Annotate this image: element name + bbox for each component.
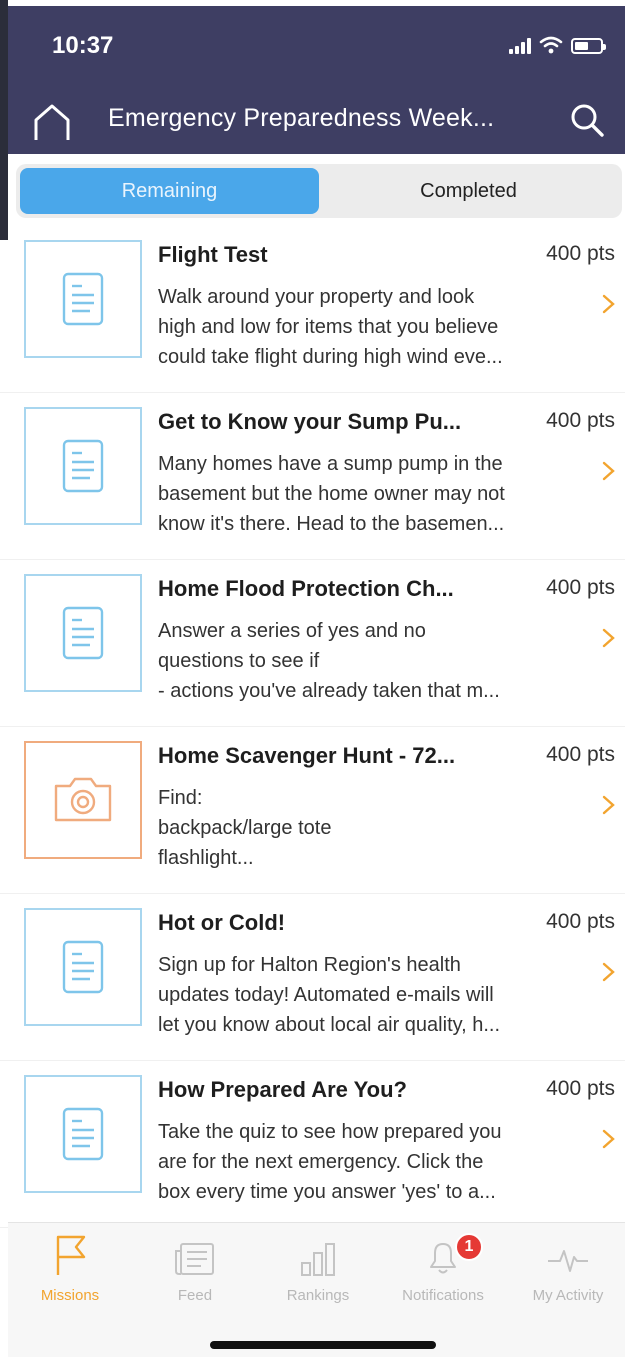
bar-chart-icon (301, 1243, 335, 1276)
mission-thumbnail (24, 908, 142, 1026)
chevron-right-icon (602, 461, 615, 481)
tab-feed[interactable]: Feed (135, 1233, 255, 1313)
bottom-tab-bar: Missions Feed Rankings 1 Notifications M… (8, 1222, 625, 1357)
mission-title: Home Flood Protection Ch... (158, 576, 454, 601)
document-icon (62, 1107, 104, 1161)
status-time: 10:37 (52, 32, 114, 59)
tab-notifications-label: Notifications (402, 1287, 484, 1304)
mission-thumbnail (24, 240, 142, 358)
mission-points: 400 pts (546, 910, 615, 933)
battery-icon (571, 38, 606, 54)
mission-title: Home Scavenger Hunt - 72... (158, 743, 456, 768)
mission-points: 400 pts (546, 1077, 615, 1100)
mission-title: How Prepared Are You? (158, 1077, 407, 1102)
mission-description: Walk around your property and look high … (158, 286, 503, 368)
chevron-right-icon (602, 795, 615, 815)
tab-rankings-label: Rankings (286, 1287, 350, 1304)
mission-thumbnail (24, 1075, 142, 1193)
status-icons (509, 36, 606, 54)
mission-item[interactable]: Get to Know your Sump Pu... 400 pts Many… (0, 393, 625, 560)
tab-missions[interactable]: Missions (10, 1233, 130, 1313)
mission-points: 400 pts (546, 242, 615, 265)
mission-points: 400 pts (546, 743, 615, 766)
tab-missions-label: Missions (40, 1287, 100, 1304)
wifi-icon (539, 36, 563, 54)
app-header: 10:37 Emergency Preparedness Week... (8, 6, 625, 154)
document-icon (62, 272, 104, 326)
chevron-right-icon (602, 1129, 615, 1149)
nav-row: Emergency Preparedness Week... (8, 94, 625, 150)
tab-notifications[interactable]: 1 Notifications (383, 1233, 503, 1313)
mission-list: Flight Test 400 pts Walk around your pro… (0, 226, 625, 1228)
mission-title: Flight Test (158, 242, 268, 267)
mission-title: Get to Know your Sump Pu... (158, 409, 462, 434)
tab-remaining[interactable]: Remaining (20, 168, 319, 214)
camera-icon (54, 777, 112, 822)
page-title: Emergency Preparedness Week... (108, 104, 495, 132)
mission-description: Many homes have a sump pump in the basem… (158, 453, 505, 535)
flag-icon (56, 1235, 86, 1275)
activity-pulse-icon (548, 1250, 588, 1272)
chevron-right-icon (602, 294, 615, 314)
signal-icon (509, 38, 531, 54)
mission-description: Find: backpack/large tote flashlight... (158, 787, 332, 869)
document-icon (62, 439, 104, 493)
mission-thumbnail (24, 574, 142, 692)
left-edge-strip (0, 0, 8, 240)
tab-feed-label: Feed (177, 1287, 213, 1304)
document-icon (62, 940, 104, 994)
mission-description: Take the quiz to see how prepared you ar… (158, 1121, 502, 1203)
search-icon[interactable] (567, 100, 607, 140)
mission-title: Hot or Cold! (158, 910, 286, 935)
mission-item[interactable]: Flight Test 400 pts Walk around your pro… (0, 226, 625, 393)
chevron-right-icon (602, 628, 615, 648)
mission-thumbnail (24, 407, 142, 525)
home-icon[interactable] (30, 100, 74, 144)
mission-points: 400 pts (546, 576, 615, 599)
mission-item[interactable]: Home Flood Protection Ch... 400 pts Answ… (0, 560, 625, 727)
feed-icon (175, 1243, 214, 1275)
tab-rankings[interactable]: Rankings (258, 1233, 378, 1313)
chevron-right-icon (602, 962, 615, 982)
tab-completed[interactable]: Completed (319, 168, 618, 214)
mission-description: Sign up for Halton Region's health updat… (158, 954, 501, 1036)
mission-item[interactable]: How Prepared Are You? 400 pts Take the q… (0, 1061, 625, 1228)
mission-filter-segmented-control: Remaining Completed (16, 164, 622, 218)
status-bar: 10:37 (8, 6, 625, 78)
mission-points: 400 pts (546, 409, 615, 432)
mission-description: Answer a series of yes and no questions … (158, 620, 500, 702)
mission-item[interactable]: Home Scavenger Hunt - 72... 400 pts Find… (0, 727, 625, 894)
notification-badge: 1 (455, 1233, 483, 1261)
tab-my-activity[interactable]: My Activity (508, 1233, 625, 1313)
document-icon (62, 606, 104, 660)
tab-my-activity-label: My Activity (532, 1287, 604, 1304)
home-indicator[interactable] (210, 1341, 436, 1349)
mission-item[interactable]: Hot or Cold! 400 pts Sign up for Halton … (0, 894, 625, 1061)
mission-thumbnail (24, 741, 142, 859)
